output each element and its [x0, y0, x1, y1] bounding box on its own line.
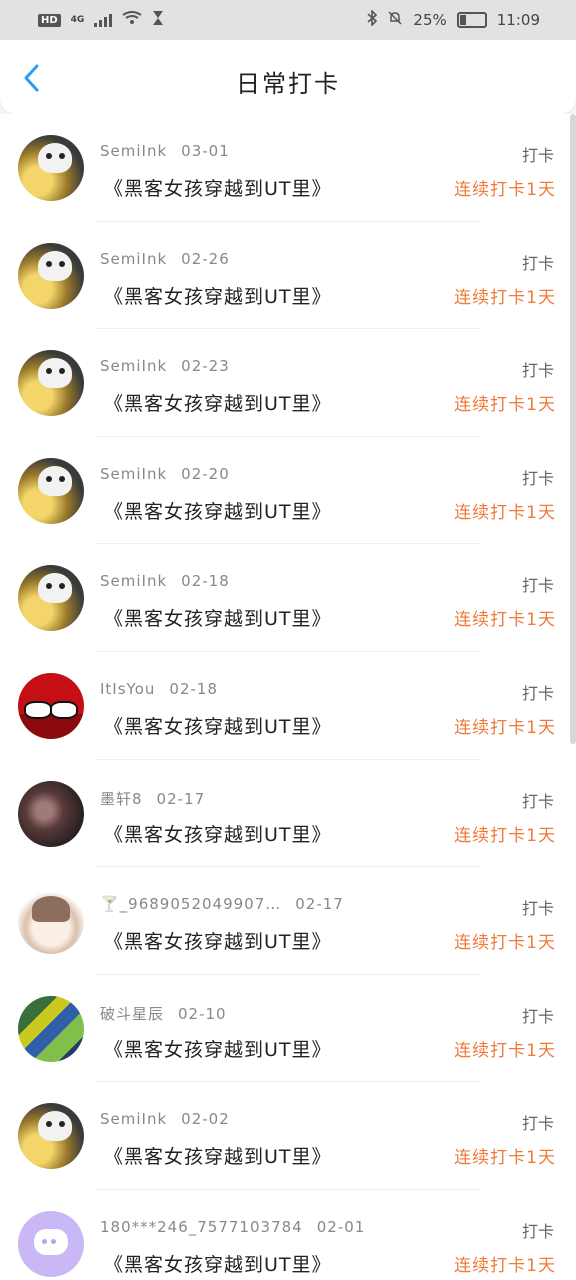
checkin-date: 02-01 — [316, 1217, 366, 1236]
avatar[interactable] — [18, 672, 84, 739]
list-item[interactable]: SemiInk 02-26 《黑客女孩穿越到UT里》 打卡连续打卡1天 — [0, 222, 576, 330]
checkin-label: 打卡 — [521, 576, 554, 596]
status-bar: HD 4G 25% 11:09 — [0, 0, 576, 40]
avatar[interactable] — [18, 565, 84, 632]
avatar[interactable] — [18, 888, 84, 955]
list-item[interactable]: 180***246_7577103784 02-01 《黑客女孩穿越到UT里》 打卡连… — [0, 1190, 576, 1280]
username[interactable]: SemiInk — [100, 357, 167, 375]
book-title[interactable]: 《黑客女孩穿越到UT里》 — [104, 389, 332, 416]
checkin-label: 打卡 — [521, 1221, 554, 1241]
checkin-label: 打卡 — [521, 683, 554, 703]
avatar[interactable] — [18, 780, 84, 847]
book-title[interactable]: 《黑客女孩穿越到UT里》 — [104, 1250, 332, 1277]
battery-percent: 25% — [413, 11, 447, 29]
username[interactable]: 墨轩8 — [100, 790, 143, 808]
username[interactable]: SemiInk — [100, 142, 167, 160]
checkin-list: SemiInk 03-01 《黑客女孩穿越到UT里》 打卡 连续打卡1天 SemiInk 0… — [0, 114, 576, 1280]
list-item[interactable]: SemiInk 02-18 《黑客女孩穿越到UT里》 打卡连续打卡1天 — [0, 544, 576, 652]
streak-text: 连续打卡1天 — [454, 1255, 556, 1276]
avatar[interactable] — [18, 242, 84, 309]
checkin-date: 02-23 — [181, 357, 230, 376]
signal-icon — [94, 13, 113, 27]
book-title[interactable]: 《黑客女孩穿越到UT里》 — [104, 604, 332, 631]
hourglass-icon — [152, 10, 164, 30]
avatar[interactable] — [18, 1210, 84, 1277]
streak-text: 连续打卡1天 — [454, 502, 556, 523]
list-item[interactable]: 墨轩8 02-17 《黑客女孩穿越到UT里》 打卡连续打卡1天 — [0, 760, 576, 868]
checkin-label: 打卡 — [521, 253, 554, 273]
book-title[interactable]: 《黑客女孩穿越到UT里》 — [104, 282, 332, 309]
book-title[interactable]: 《黑客女孩穿越到UT里》 — [104, 927, 332, 954]
avatar[interactable] — [18, 135, 84, 201]
checkin-date: 02-26 — [181, 249, 230, 268]
list-item[interactable]: ItIsYou 02-18 《黑客女孩穿越到UT里》 打卡连续打卡1天 — [0, 652, 576, 760]
battery-icon — [456, 12, 487, 28]
streak-text: 连续打卡1天 — [454, 933, 556, 954]
username[interactable]: SemiInk — [100, 250, 167, 268]
username[interactable]: ItIsYou — [100, 680, 155, 698]
list-item[interactable]: SemiInk 02-23 《黑客女孩穿越到UT里》 打卡连续打卡1天 — [0, 329, 576, 437]
checkin-date: 02-17 — [295, 895, 344, 914]
list-item[interactable]: SemiInk 03-01 《黑客女孩穿越到UT里》 打卡连续打卡1天 — [0, 114, 576, 222]
checkin-label: 打卡 — [521, 361, 554, 381]
streak-text: 连续打卡1天 — [454, 180, 556, 200]
book-title[interactable]: 《黑客女孩穿越到UT里》 — [104, 712, 332, 739]
checkin-date: 02-20 — [181, 464, 230, 483]
checkin-label: 打卡 — [521, 468, 554, 488]
bluetooth-icon — [367, 9, 378, 30]
username[interactable]: 破斗星辰 — [100, 1005, 164, 1023]
avatar[interactable] — [18, 457, 84, 524]
wifi-icon — [122, 11, 142, 29]
username[interactable]: 180***246_7577103784 — [100, 1218, 303, 1236]
checkin-label: 打卡 — [521, 1114, 554, 1134]
checkin-date: 02-18 — [169, 679, 218, 698]
checkin-date: 02-02 — [181, 1110, 230, 1129]
clock: 11:09 — [496, 11, 540, 29]
checkin-date: 02-18 — [181, 572, 230, 591]
book-title[interactable]: 《黑客女孩穿越到UT里》 — [104, 174, 332, 201]
mute-bell-icon — [387, 10, 403, 30]
list-item[interactable]: SemiInk 02-02 《黑客女孩穿越到UT里》 打卡连续打卡1天 — [0, 1082, 576, 1190]
streak-text: 连续打卡1天 — [454, 825, 556, 846]
checkin-label: 打卡 — [521, 791, 554, 811]
avatar[interactable] — [18, 1103, 84, 1170]
network-type: 4G — [70, 15, 85, 25]
avatar[interactable] — [18, 350, 84, 417]
checkin-date: 03-01 — [181, 142, 230, 160]
list-item[interactable]: 破斗星辰 02-10 《黑客女孩穿越到UT里》 打卡连续打卡1天 — [0, 975, 576, 1083]
checkin-label: 打卡 — [521, 146, 554, 165]
book-title[interactable]: 《黑客女孩穿越到UT里》 — [104, 820, 332, 847]
streak-text: 连续打卡1天 — [454, 717, 556, 738]
checkin-date: 02-17 — [156, 789, 206, 808]
streak-text: 连续打卡1天 — [454, 1040, 556, 1061]
username[interactable]: SemiInk — [100, 1110, 167, 1128]
list-item[interactable]: SemiInk 02-20 《黑客女孩穿越到UT里》 打卡连续打卡1天 — [0, 437, 576, 545]
book-title[interactable]: 《黑客女孩穿越到UT里》 — [104, 497, 332, 524]
scrollbar[interactable] — [570, 114, 576, 744]
book-title[interactable]: 《黑客女孩穿越到UT里》 — [104, 1035, 332, 1062]
username[interactable]: SemiInk — [100, 465, 167, 483]
checkin-label: 打卡 — [521, 1006, 554, 1026]
streak-text: 连续打卡1天 — [454, 395, 556, 416]
avatar[interactable] — [18, 995, 84, 1062]
list-item[interactable]: 🍸_9689052049907… 02-17 《黑客女孩穿越到UT里》 打卡连续打卡1… — [0, 867, 576, 975]
streak-text: 连续打卡1天 — [454, 1148, 556, 1169]
hd-icon: HD — [38, 13, 61, 27]
streak-text: 连续打卡1天 — [454, 287, 556, 308]
page-title: 日常打卡 — [236, 70, 340, 98]
username[interactable]: 🍸_9689052049907… — [100, 895, 281, 913]
header: 日常打卡 — [0, 40, 576, 114]
streak-text: 连续打卡1天 — [454, 610, 556, 631]
checkin-label: 打卡 — [521, 899, 554, 919]
book-title[interactable]: 《黑客女孩穿越到UT里》 — [104, 1142, 332, 1169]
checkin-date: 02-10 — [178, 1004, 227, 1023]
username[interactable]: SemiInk — [100, 572, 167, 590]
